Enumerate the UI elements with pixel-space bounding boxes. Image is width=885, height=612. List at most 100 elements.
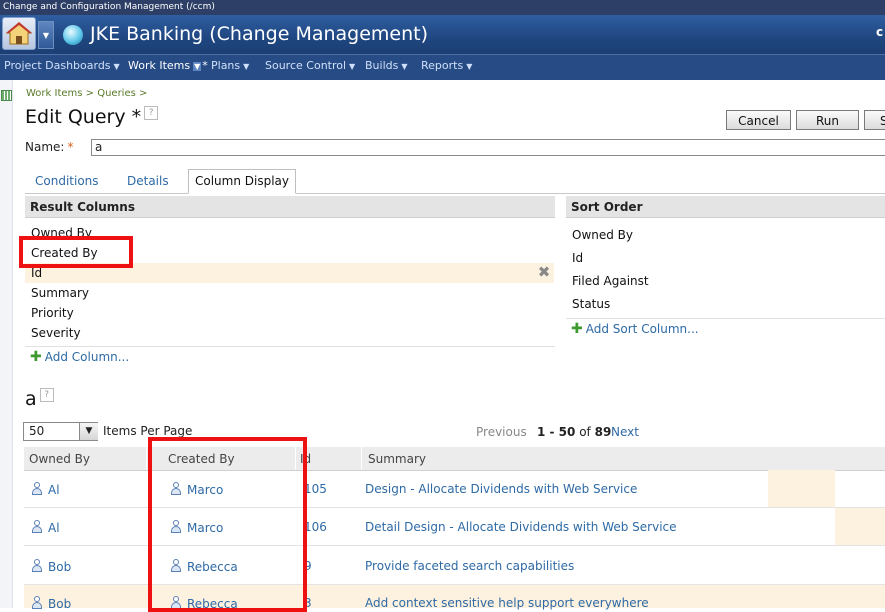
nav-label: Builds xyxy=(365,59,399,72)
main-navbar: Project Dashboards ▼ Work Items ▼ * Plans ▼ … xyxy=(0,54,885,80)
add-sort-column-label: Add Sort Column... xyxy=(585,322,699,336)
project-title[interactable]: JKE Banking (Change Management) xyxy=(90,21,428,47)
summary-cell[interactable]: Detail Design - Allocate Dividends with … xyxy=(365,520,677,534)
sort-column-item[interactable]: Status xyxy=(572,297,610,311)
results-title-text: a xyxy=(25,388,37,410)
window-title: Change and Configuration Management (/cc… xyxy=(0,0,885,15)
cancel-button[interactable]: Cancel xyxy=(726,110,791,130)
pager-previous[interactable]: Previous xyxy=(476,425,527,439)
owned-by-value: Al xyxy=(48,521,60,535)
add-sort-column-link[interactable]: ✚ Add Sort Column... xyxy=(571,321,699,337)
page-title-text: Edit Query * xyxy=(25,106,142,128)
nav-plans[interactable]: Plans ▼ xyxy=(211,59,249,72)
nav-work-items[interactable]: Work Items ▼ * xyxy=(128,59,208,72)
owned-by-value: Bob xyxy=(48,560,72,574)
app-banner: ▼ JKE Banking (Change Management) c xyxy=(0,15,885,54)
chevron-down-icon: ▼ xyxy=(42,31,50,40)
column-separator xyxy=(361,447,362,470)
add-column-link[interactable]: ✚ Add Column... xyxy=(30,349,129,365)
chevron-down-icon: ▼ xyxy=(193,62,202,71)
nav-label: Project Dashboards xyxy=(4,59,111,72)
chevron-down-icon[interactable]: ▼ xyxy=(79,423,98,440)
person-icon xyxy=(32,559,42,572)
column-header-summary[interactable]: Summary xyxy=(368,452,426,466)
id-cell[interactable]: 105 xyxy=(304,482,327,496)
result-column-item[interactable]: Priority xyxy=(31,306,74,320)
remove-column-icon[interactable]: ✖ xyxy=(537,265,551,280)
highlight-box-created-by-results xyxy=(148,437,307,612)
pager-range-value: 1 - 50 xyxy=(537,425,576,439)
sort-column-item[interactable]: Owned By xyxy=(572,228,633,242)
chevron-down-icon: ▼ xyxy=(113,62,120,71)
owned-by-cell[interactable]: Bob xyxy=(32,596,71,611)
work-items-marker: * xyxy=(202,59,208,72)
plus-icon: ✚ xyxy=(571,321,583,337)
result-column-item[interactable]: Summary xyxy=(31,286,89,300)
nav-builds[interactable]: Builds ▼ xyxy=(365,59,408,72)
column-header-owned-by[interactable]: Owned By xyxy=(29,452,90,466)
run-button[interactable]: Run xyxy=(796,110,859,130)
results-title: a? xyxy=(25,388,54,410)
name-label: Name: * xyxy=(25,140,73,154)
add-column-label: Add Column... xyxy=(44,350,130,364)
owned-by-value: Al xyxy=(48,483,60,497)
owned-by-cell[interactable]: Al xyxy=(32,520,60,535)
nav-reports[interactable]: Reports ▼ xyxy=(421,59,472,72)
tab-details[interactable]: Details xyxy=(127,174,169,188)
id-cell[interactable]: 106 xyxy=(304,520,327,534)
tab-column-display[interactable]: Column Display xyxy=(188,169,296,194)
chevron-down-icon: ▼ xyxy=(349,62,356,71)
sort-column-item[interactable]: Filed Against xyxy=(572,274,649,288)
nav-project-dashboards[interactable]: Project Dashboards ▼ xyxy=(4,59,120,72)
result-columns-divider xyxy=(25,346,555,347)
owned-by-cell[interactable]: Al xyxy=(32,482,60,497)
home-button[interactable] xyxy=(2,17,36,50)
row-highlight-cell xyxy=(835,508,885,545)
tabs-divider xyxy=(25,193,885,194)
result-column-item[interactable]: Severity xyxy=(31,326,81,340)
sort-order-header: Sort Order xyxy=(566,196,885,218)
nav-label: Source Control xyxy=(265,59,347,72)
pager-next[interactable]: Next xyxy=(611,425,639,439)
name-label-text: Name: xyxy=(25,140,65,154)
result-columns-header: Result Columns xyxy=(25,196,555,218)
person-icon xyxy=(32,596,42,609)
nav-source-control[interactable]: Source Control ▼ xyxy=(265,59,355,72)
home-icon xyxy=(5,22,33,45)
chevron-down-icon: ▼ xyxy=(466,62,473,71)
owned-by-value: Bob xyxy=(48,597,72,611)
person-icon xyxy=(32,520,42,533)
save-button[interactable]: S xyxy=(864,110,885,130)
chevron-down-icon: ▼ xyxy=(401,62,408,71)
nav-label: Reports xyxy=(421,59,464,72)
row-highlight-cell xyxy=(768,470,835,507)
pager-total: 89 xyxy=(594,425,612,439)
tab-conditions[interactable]: Conditions xyxy=(35,174,99,188)
page-title: Edit Query *? xyxy=(25,106,159,128)
highlight-box-created-by-column xyxy=(19,236,133,268)
sort-order-divider xyxy=(566,318,885,319)
pager-range: 1 - 50 of 89 xyxy=(537,425,611,439)
left-strip xyxy=(0,80,13,608)
help-icon[interactable]: ? xyxy=(39,388,54,402)
breadcrumb[interactable]: Work Items > Queries > xyxy=(26,88,147,99)
grid-icon[interactable] xyxy=(1,90,12,101)
plus-icon: ✚ xyxy=(30,349,42,365)
summary-cell[interactable]: Provide faceted search capabilities xyxy=(365,559,574,573)
owned-by-cell[interactable]: Bob xyxy=(32,559,71,574)
project-icon xyxy=(63,25,83,45)
result-column-item[interactable]: Id xyxy=(31,266,42,280)
chevron-down-icon: ▼ xyxy=(243,62,250,71)
nav-label: Plans xyxy=(211,59,241,72)
required-marker: * xyxy=(67,140,74,154)
person-icon xyxy=(32,482,42,495)
name-input[interactable]: a xyxy=(91,139,885,156)
help-icon[interactable]: ? xyxy=(144,106,159,120)
summary-cell[interactable]: Design - Allocate Dividends with Web Ser… xyxy=(365,482,637,496)
items-per-page-label: Items Per Page xyxy=(103,424,193,438)
nav-label: Work Items xyxy=(128,59,191,72)
sort-column-item[interactable]: Id xyxy=(572,251,583,265)
pager-of: of xyxy=(579,425,591,439)
home-dropdown-button[interactable]: ▼ xyxy=(38,21,54,49)
banner-user-text[interactable]: c xyxy=(876,25,883,39)
